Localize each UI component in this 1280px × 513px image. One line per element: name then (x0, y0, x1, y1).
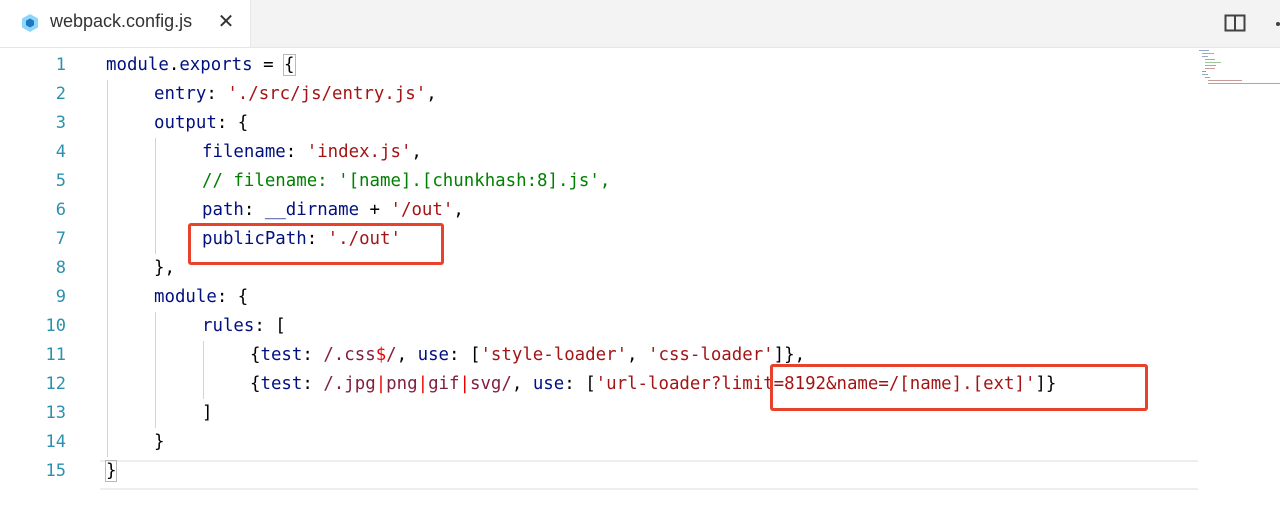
highlight-box-publicpath (188, 223, 444, 265)
indent-guide (155, 312, 156, 428)
line-number: 8 (55, 258, 66, 278)
line-number: 3 (55, 113, 66, 133)
indent-guide (155, 138, 156, 254)
code-line-4: filename: 'index.js', (202, 142, 422, 162)
code-line-2: entry: './src/js/entry.js', (154, 84, 437, 104)
line-number: 2 (55, 84, 66, 104)
code-line-1: module.exports = { (106, 54, 296, 76)
code-line-3: output: { (154, 113, 249, 133)
more-actions-icon[interactable] (1266, 12, 1280, 36)
line-number: 4 (55, 142, 66, 162)
minimap[interactable] (1196, 48, 1280, 108)
webpack-file-icon (20, 13, 40, 33)
current-line-bottom-border (100, 488, 1198, 490)
tab-webpack-config[interactable]: webpack.config.js ✕ (0, 0, 251, 47)
line-number: 1 (55, 55, 66, 75)
code-editor[interactable]: 1 2 3 4 5 6 7 8 9 10 11 12 13 14 15 modu… (0, 48, 1280, 513)
current-line-top-border (100, 460, 1198, 462)
editor-tab-bar: webpack.config.js ✕ (0, 0, 1280, 48)
code-line-13: ] (202, 403, 213, 423)
indent-guide (107, 80, 108, 457)
line-number: 6 (55, 200, 66, 220)
matched-bracket: } (104, 460, 118, 482)
line-number: 10 (45, 316, 66, 336)
line-number: 13 (45, 403, 66, 423)
code-line-11: {test: /.css$/, use: ['style-loader', 'c… (250, 345, 806, 365)
code-line-15: } (104, 457, 118, 486)
line-number: 15 (45, 461, 66, 481)
matched-bracket: { (282, 54, 296, 76)
line-number: 7 (55, 229, 66, 249)
code-line-14: } (154, 432, 165, 452)
line-number-gutter: 1 2 3 4 5 6 7 8 9 10 11 12 13 14 15 (0, 48, 100, 513)
line-number: 12 (45, 374, 66, 394)
line-number: 14 (45, 432, 66, 452)
line-number: 11 (45, 345, 66, 365)
split-editor-icon[interactable] (1224, 13, 1246, 33)
code-line-10: rules: [ (202, 316, 286, 336)
code-line-8: }, (154, 258, 175, 278)
code-line-5: // filename: '[name].[chunkhash:8].js', (202, 171, 611, 191)
line-number: 5 (55, 171, 66, 191)
close-icon[interactable]: ✕ (214, 9, 238, 33)
code-line-9: module: { (154, 287, 249, 307)
highlight-box-url-loader-query (770, 364, 1148, 411)
indent-guide (203, 341, 204, 399)
line-number: 9 (55, 287, 66, 307)
tab-label: webpack.config.js (50, 11, 193, 31)
code-line-6: path: __dirname + '/out', (202, 200, 464, 220)
